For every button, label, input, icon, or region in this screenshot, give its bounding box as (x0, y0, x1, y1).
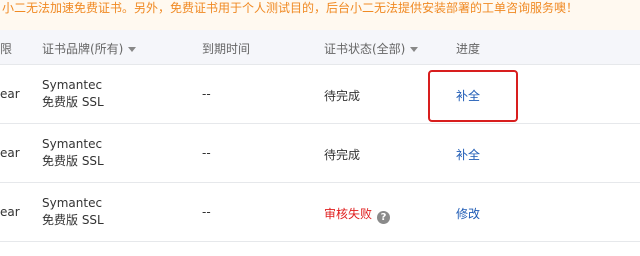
header-progress: 进度 (456, 42, 481, 56)
brand-name: Symantec (42, 137, 103, 151)
certificate-table: 限 证书品牌(所有) 到期时间 证书状态(全部) 进度 ear Symantec… (0, 30, 640, 242)
status-cell: 待完成 (324, 89, 361, 103)
notice-text: 小二无法加速免费证书。另外，免费证书用于个人测试目的，后台小二无法提供安装部署的… (2, 1, 579, 15)
header-col0: 限 (0, 42, 13, 56)
notice-banner: 小二无法加速免费证书。另外，免费证书用于个人测试目的，后台小二无法提供安装部署的… (0, 0, 640, 30)
year-cell: ear (0, 87, 20, 101)
brand-type: 免费版 SSL (42, 154, 104, 168)
caret-down-icon (410, 47, 419, 52)
header-brand-label: 证书品牌(所有) (42, 42, 124, 56)
status-cell: 审核失败? (324, 205, 391, 224)
help-icon[interactable]: ? (377, 211, 391, 224)
header-expire: 到期时间 (202, 42, 251, 56)
complete-link[interactable]: 补全 (456, 87, 480, 104)
brand-name: Symantec (42, 196, 103, 210)
year-cell: ear (0, 146, 20, 160)
status-cell: 待完成 (324, 148, 361, 162)
table-row: ear Symantec 免费版 SSL -- 待完成 补全 (0, 124, 640, 183)
header-status-filter[interactable]: 证书状态(全部) (324, 40, 419, 57)
header-brand-filter[interactable]: 证书品牌(所有) (42, 40, 137, 57)
status-failed-text: 审核失败 (324, 207, 373, 221)
header-status-label: 证书状态(全部) (324, 42, 406, 56)
brand-cell: Symantec 免费版 SSL (42, 77, 104, 111)
brand-name: Symantec (42, 78, 103, 92)
brand-type: 免费版 SSL (42, 213, 104, 227)
expire-cell: -- (202, 87, 211, 101)
table-header: 限 证书品牌(所有) 到期时间 证书状态(全部) 进度 (0, 30, 640, 65)
year-cell: ear (0, 205, 20, 219)
expire-cell: -- (202, 146, 211, 160)
brand-cell: Symantec 免费版 SSL (42, 195, 104, 229)
expire-cell: -- (202, 205, 211, 219)
edit-link[interactable]: 修改 (456, 205, 480, 222)
caret-down-icon (128, 47, 137, 52)
table-row: ear Symantec 免费版 SSL -- 待完成 补全 (0, 65, 640, 124)
brand-cell: Symantec 免费版 SSL (42, 136, 104, 170)
brand-type: 免费版 SSL (42, 95, 104, 109)
complete-link[interactable]: 补全 (456, 146, 480, 163)
table-row: ear Symantec 免费版 SSL -- 审核失败? 修改 (0, 183, 640, 242)
